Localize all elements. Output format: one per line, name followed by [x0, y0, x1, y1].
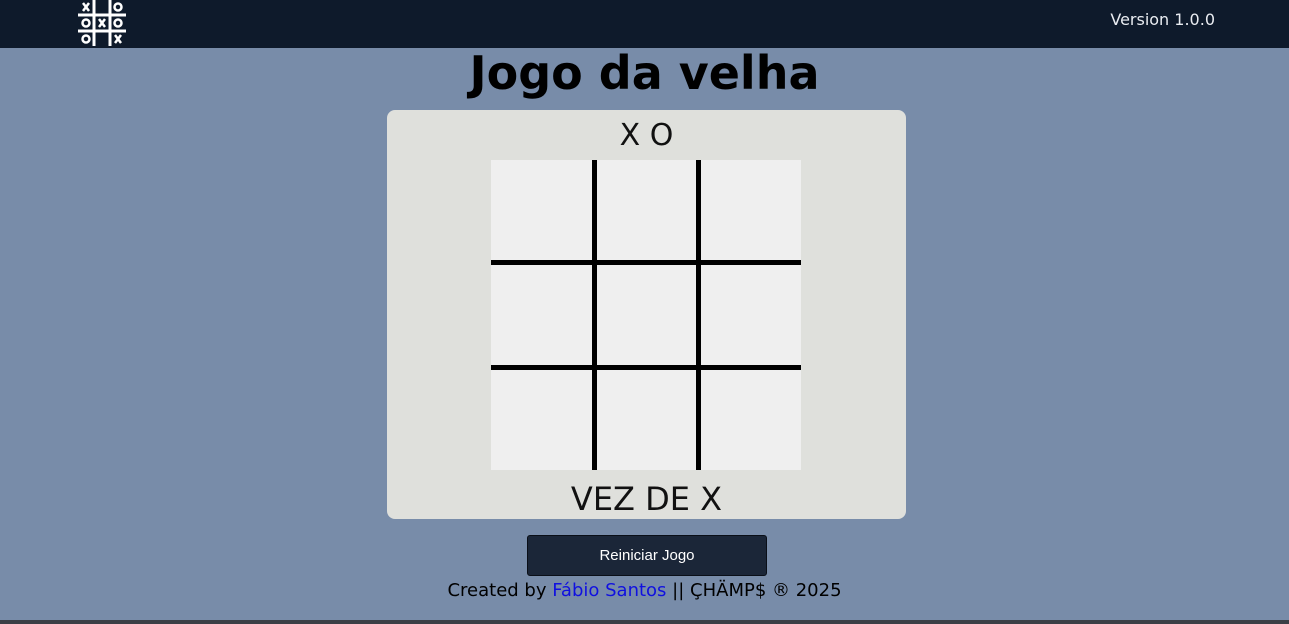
- top-bar: Version 1.0.0: [0, 0, 1289, 48]
- page-title: Jogo da velha: [469, 46, 820, 100]
- version-label: Version 1.0.0: [1110, 10, 1215, 29]
- board-cell-9[interactable]: [699, 368, 802, 471]
- game-board: [491, 160, 801, 470]
- board-cell-4[interactable]: [491, 264, 594, 367]
- board-cell-3[interactable]: [699, 160, 802, 263]
- board-grid-line: [696, 160, 701, 470]
- footer-suffix: || ÇHÄMP$ ® 2025: [666, 580, 842, 601]
- board-cell-5[interactable]: [595, 264, 698, 367]
- author-link[interactable]: Fábio Santos: [552, 580, 666, 601]
- restart-game-button[interactable]: Reiniciar Jogo: [527, 535, 767, 576]
- board-cell-6[interactable]: [699, 264, 802, 367]
- players-indicator: X O: [619, 118, 674, 153]
- board-cell-2[interactable]: [595, 160, 698, 263]
- board-cell-7[interactable]: [491, 368, 594, 471]
- bottom-edge: [0, 620, 1289, 624]
- board-grid-line: [491, 365, 801, 370]
- board-grid-line: [491, 260, 801, 265]
- footer-credits: Created by Fábio Santos || ÇHÄMP$ ® 2025: [0, 580, 1289, 601]
- board-grid-line: [592, 160, 597, 470]
- board-cell-1[interactable]: [491, 160, 594, 263]
- turn-indicator: VEZ DE X: [570, 480, 723, 518]
- tic-tac-toe-logo-icon[interactable]: [78, 0, 126, 46]
- footer-prefix: Created by: [447, 580, 553, 601]
- board-cell-8[interactable]: [595, 368, 698, 471]
